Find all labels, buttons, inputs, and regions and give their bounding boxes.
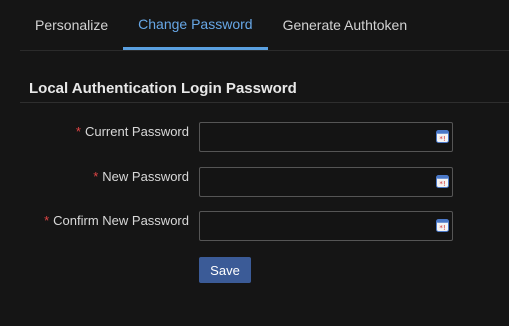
required-marker: *	[44, 213, 50, 228]
tab-personalize[interactable]: Personalize	[20, 0, 123, 50]
svg-text:*!: *!	[439, 224, 445, 232]
required-marker: *	[93, 169, 99, 184]
new-password-field-wrapper: *!	[199, 167, 453, 197]
new-password-input[interactable]	[206, 169, 426, 195]
current-password-input[interactable]	[206, 124, 426, 150]
new-password-label: * New Password	[93, 169, 189, 184]
confirm-password-input[interactable]	[206, 213, 426, 239]
tab-change-password[interactable]: Change Password	[123, 0, 268, 50]
tab-generate-authtoken[interactable]: Generate Authtoken	[268, 0, 423, 50]
current-password-row: * Current Password *!	[0, 122, 509, 152]
save-button[interactable]: Save	[199, 257, 251, 283]
section-divider	[20, 102, 509, 103]
tab-bar: Personalize Change Password Generate Aut…	[20, 0, 509, 51]
confirm-password-field-wrapper: *!	[199, 211, 453, 241]
confirm-password-row: * Confirm New Password *!	[0, 211, 509, 241]
svg-text:*!: *!	[439, 180, 445, 188]
current-password-field-wrapper: *!	[199, 122, 453, 152]
confirm-password-label: * Confirm New Password	[44, 213, 189, 228]
section-title: Local Authentication Login Password	[29, 80, 297, 97]
new-password-row: * New Password *!	[0, 167, 509, 197]
svg-text:*!: *!	[439, 135, 445, 143]
required-marker: *	[75, 124, 81, 139]
password-manager-icon[interactable]: *!	[436, 130, 449, 143]
password-manager-icon[interactable]: *!	[436, 175, 449, 188]
password-manager-icon[interactable]: *!	[436, 219, 449, 232]
current-password-label: * Current Password	[75, 124, 189, 139]
